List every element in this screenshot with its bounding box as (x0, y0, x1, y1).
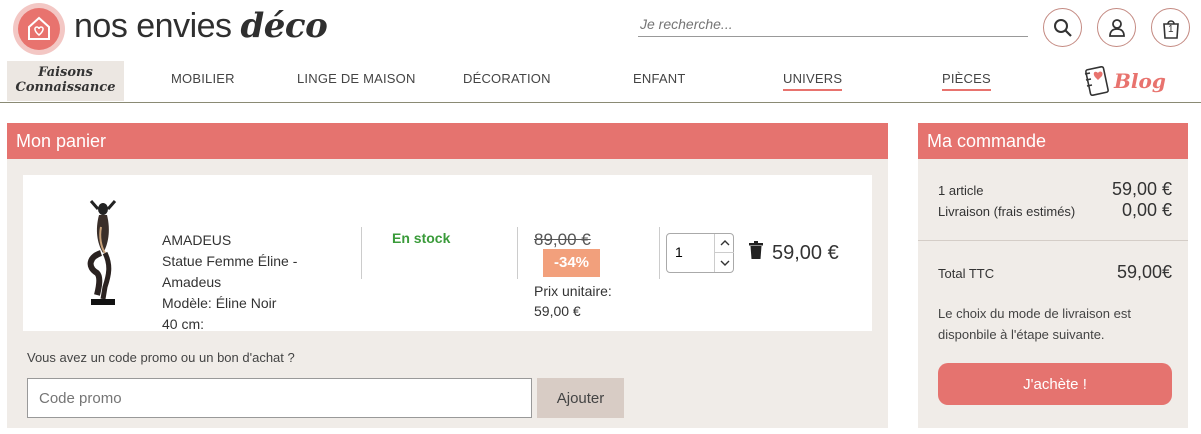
product-image[interactable] (53, 195, 153, 315)
notebook-heart-icon (1084, 65, 1109, 97)
summary-livraison-label: Livraison (frais estimés) (938, 204, 1076, 219)
blog-label: Blog (1114, 69, 1166, 93)
site-header: nos envies déco 1 (0, 0, 1201, 58)
promo-question: Vous avez un code promo ou un bon d'acha… (27, 350, 295, 365)
divider (659, 227, 660, 279)
order-summary-panel: Ma commande 1 article 59,00 € Livraison … (918, 123, 1188, 428)
order-summary-title: Ma commande (918, 123, 1188, 159)
nav-item-univers[interactable]: UNIVERS (783, 71, 843, 91)
remove-item-button[interactable] (749, 241, 763, 264)
quantity-increase-button[interactable] (714, 234, 734, 253)
chevron-down-icon (720, 260, 729, 266)
delivery-note: Le choix du mode de livraison est dispon… (938, 306, 1131, 342)
divider (517, 227, 518, 279)
chevron-up-icon (720, 240, 729, 246)
search-icon (1053, 18, 1072, 37)
quantity-stepper (666, 233, 734, 273)
unit-price-label: Prix unitaire: (534, 283, 612, 299)
summary-articles-row: 1 article 59,00 € (938, 179, 1172, 200)
nav-item-decoration[interactable]: DÉCORATION (463, 71, 551, 86)
nav-item-mobilier[interactable]: MOBILIER (171, 71, 235, 86)
nav-item-pieces[interactable]: PIÈCES (942, 71, 991, 91)
user-icon (1108, 18, 1125, 37)
product-brand: AMADEUS (162, 232, 232, 248)
cart-button[interactable]: 1 (1151, 8, 1190, 47)
search-input[interactable] (638, 14, 1028, 34)
cart-panel: Mon panier AMADEUS Statue Femme Éline - … (7, 123, 888, 428)
nav-faisons-connaissance[interactable]: Faisons Connaissance (7, 61, 124, 101)
checkout-button[interactable]: J'achète ! (938, 363, 1172, 405)
summary-total-label: Total TTC (938, 266, 995, 281)
product-size: 40 cm: (162, 316, 205, 332)
product-name-line2[interactable]: Amadeus (162, 272, 347, 293)
summary-articles-value: 59,00 € (1111, 179, 1172, 199)
cart-product-row: AMADEUS Statue Femme Éline - Amadeus Mod… (23, 175, 872, 332)
divider (361, 227, 362, 279)
summary-livraison-value: 0,00 € (1121, 200, 1172, 220)
account-button[interactable] (1097, 8, 1136, 47)
promo-apply-button[interactable]: Ajouter (537, 378, 624, 418)
unit-price-block: Prix unitaire: 59,00 € (534, 281, 612, 321)
main-nav: Faisons Connaissance MOBILIER LINGE DE M… (0, 58, 1201, 103)
logo-home-heart-icon[interactable] (13, 3, 65, 55)
nav-item-enfant[interactable]: ENFANT (633, 71, 685, 86)
product-model: Modèle: Éline Noir (162, 295, 277, 311)
stock-status: En stock (392, 230, 451, 246)
cart-panel-title: Mon panier (7, 123, 888, 159)
cart-count: 1 (1168, 24, 1174, 35)
nav-item-linge-de-maison[interactable]: LINGE DE MAISON (297, 71, 416, 86)
summary-total-row: Total TTC 59,00€ (938, 262, 1172, 283)
product-name[interactable]: Statue Femme Éline - (162, 251, 347, 272)
search-bar (638, 14, 1028, 37)
nav-blog[interactable]: Blog (1082, 63, 1166, 99)
product-details: AMADEUS Statue Femme Éline - Amadeus Mod… (162, 230, 347, 335)
quantity-input[interactable] (675, 244, 709, 260)
line-total: 59,00 € (772, 242, 839, 264)
promo-code-input[interactable] (27, 378, 532, 418)
nav-faisons-line2: Connaissance (15, 80, 116, 95)
logo-text[interactable]: nos envies déco (74, 6, 328, 46)
old-price: 89,00 € (534, 230, 591, 249)
summary-total-value: 59,00€ (1116, 262, 1172, 282)
quantity-decrease-button[interactable] (714, 253, 734, 272)
nav-faisons-line1: Faisons (38, 65, 93, 80)
trash-icon (749, 241, 763, 259)
unit-price-value: 59,00 € (534, 303, 581, 319)
search-button[interactable] (1043, 8, 1082, 47)
discount-badge: -34% (543, 249, 600, 277)
summary-articles-label: 1 article (938, 183, 984, 198)
divider (918, 240, 1188, 241)
summary-livraison-row: Livraison (frais estimés) 0,00 € (938, 200, 1172, 221)
